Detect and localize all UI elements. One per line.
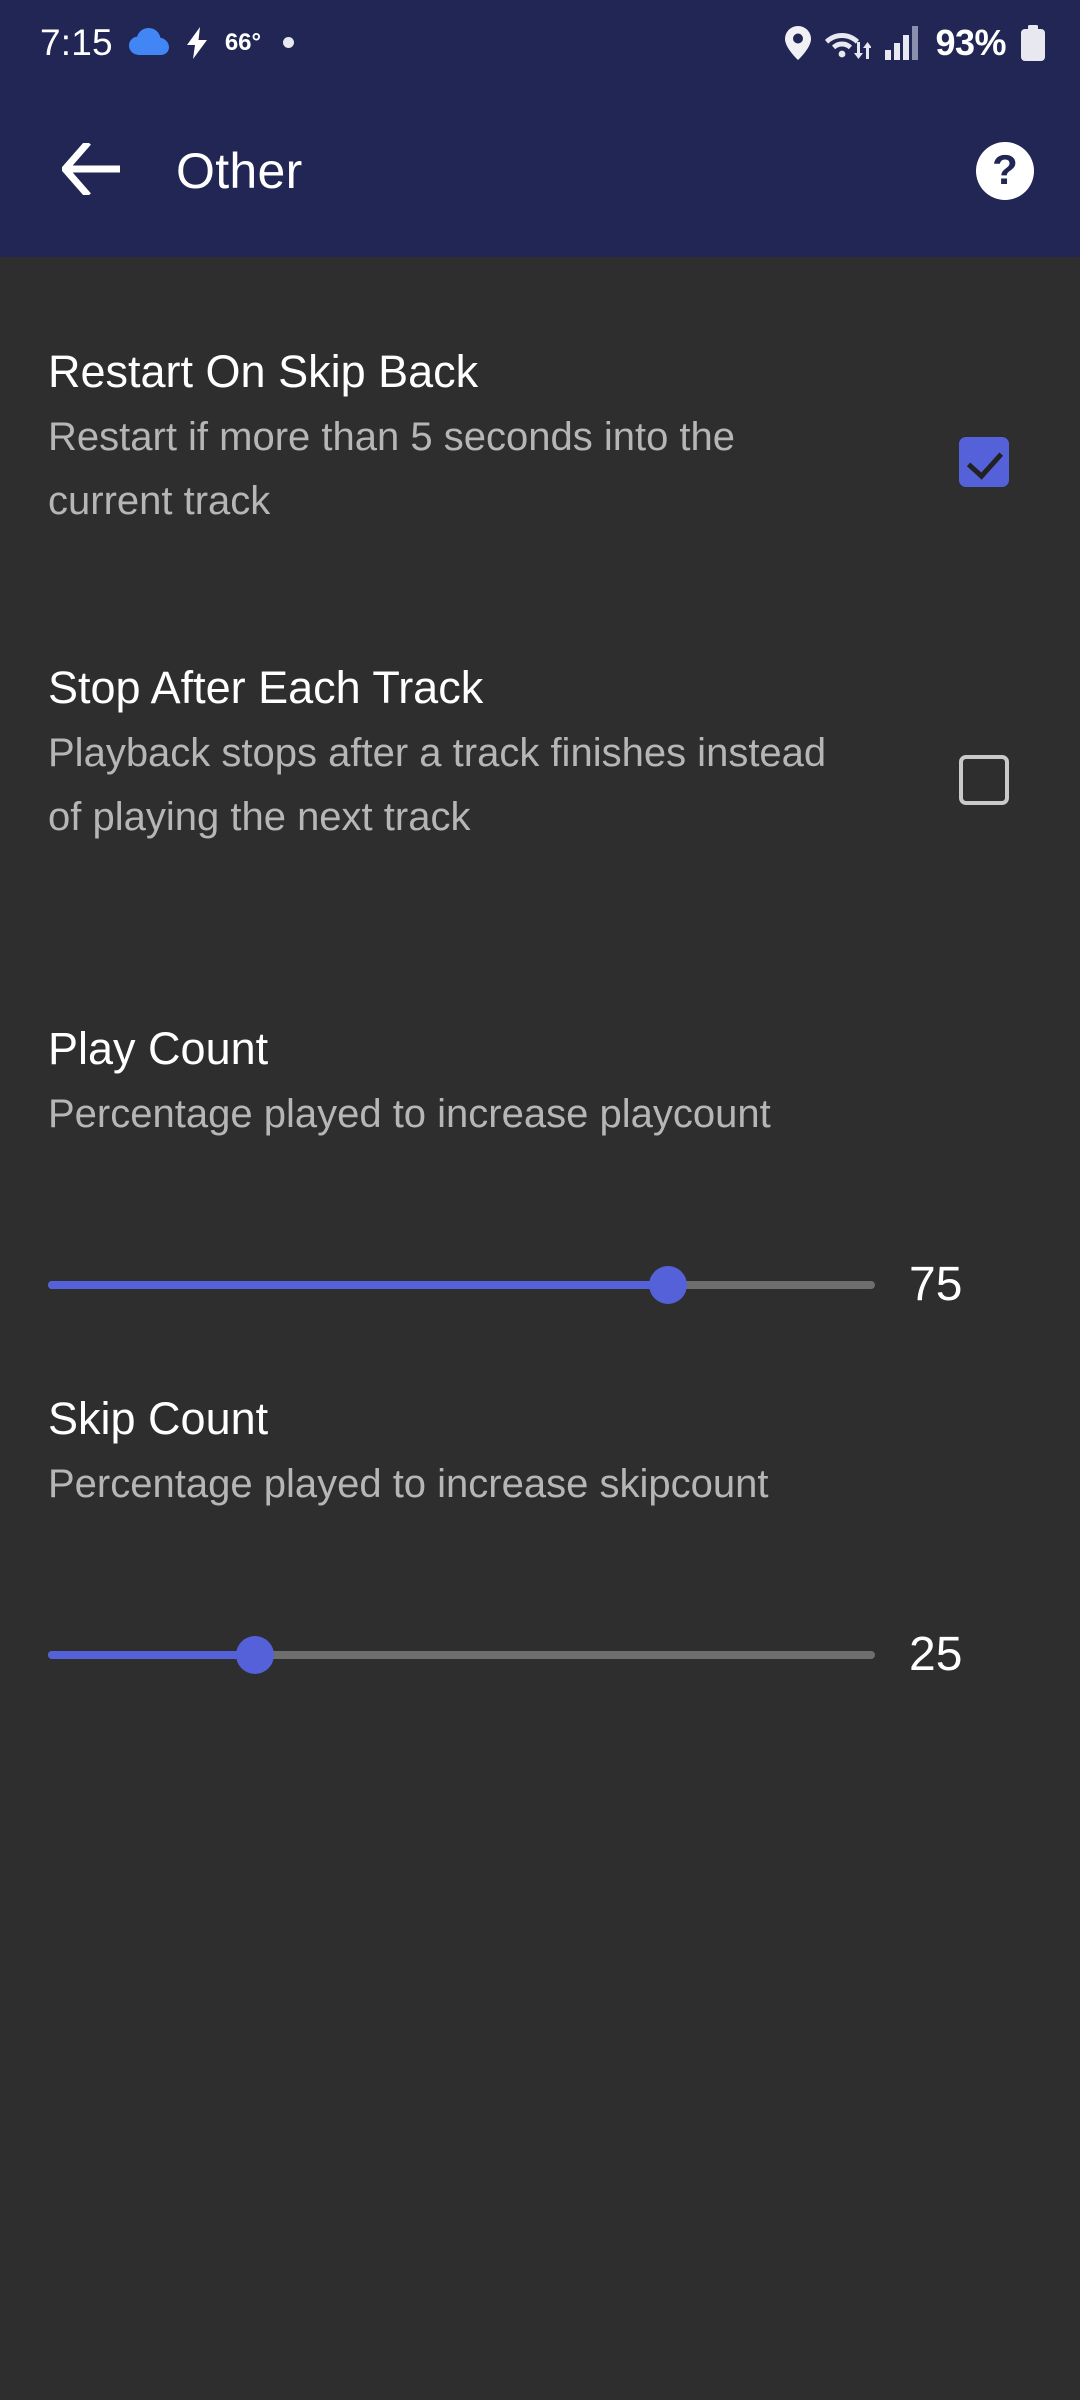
pref-text-block: Restart On Skip Back Restart if more tha… — [48, 343, 936, 533]
pref-text-block: Play Count Percentage played to increase… — [48, 1020, 1032, 1146]
checkbox-unchecked-icon — [959, 755, 1009, 805]
slider-track-play-count[interactable] — [48, 1265, 875, 1304]
slider-fill-skip-count — [48, 1650, 255, 1659]
pref-summary: Percentage played to increase skipcount — [48, 1462, 769, 1506]
slider-value-skip-count: 25 — [909, 1628, 963, 1681]
bolt-icon — [185, 26, 209, 59]
pref-title: Play Count — [48, 1023, 269, 1074]
status-bar-right: 93% — [785, 22, 1046, 64]
pref-row-skip-count[interactable]: Skip Count Percentage played to increase… — [0, 1390, 1080, 1516]
help-question-icon: ? — [992, 145, 1018, 193]
checkbox-checked-icon — [959, 437, 1009, 487]
location-pin-icon — [785, 25, 812, 60]
status-bar-left: 7:15 66° — [40, 21, 295, 64]
slider-track-skip-count[interactable] — [48, 1635, 875, 1674]
settings-list: Restart On Skip Back Restart if more tha… — [0, 257, 1080, 2400]
battery-percent-label: 93% — [935, 21, 1006, 63]
slider-thumb-play-count[interactable] — [649, 1265, 688, 1304]
back-arrow-icon — [60, 139, 124, 200]
slider-fill-play-count — [48, 1280, 669, 1289]
pref-row-restart-on-skip-back[interactable]: Restart On Skip Back Restart if more tha… — [0, 343, 1080, 533]
page-title: Other — [176, 143, 303, 199]
battery-icon — [1020, 24, 1046, 61]
pref-summary: Playback stops after a track finishes in… — [48, 731, 827, 839]
pref-title: Stop After Each Track — [48, 662, 484, 713]
pref-row-stop-after-each-track[interactable]: Stop After Each Track Playback stops aft… — [0, 659, 1080, 849]
pref-summary: Percentage played to increase playcount — [48, 1092, 771, 1136]
pref-text-block: Stop After Each Track Playback stops aft… — [48, 659, 936, 849]
status-bar: 7:15 66° 93% — [0, 0, 1080, 85]
slider-value-play-count: 75 — [909, 1258, 963, 1311]
cloud-icon — [128, 27, 169, 58]
status-time: 7:15 — [40, 21, 113, 63]
notification-dot-icon — [283, 37, 295, 48]
pref-title: Skip Count — [48, 1393, 269, 1444]
signal-bars-icon — [885, 25, 921, 60]
back-button[interactable] — [38, 116, 148, 226]
checkbox-restart-on-skip-back[interactable] — [936, 437, 1032, 487]
slider-thumb-skip-count[interactable] — [235, 1635, 274, 1674]
help-button[interactable]: ? — [976, 142, 1034, 200]
pref-text-block: Skip Count Percentage played to increase… — [48, 1390, 1032, 1516]
pref-title: Restart On Skip Back — [48, 346, 479, 397]
app-bar: Other ? — [0, 85, 1080, 257]
pref-summary: Restart if more than 5 seconds into the … — [48, 415, 736, 523]
status-temperature: 66° — [224, 28, 262, 56]
slider-row-skip-count[interactable]: 25 — [0, 1627, 1080, 1682]
checkbox-stop-after-each-track[interactable] — [936, 755, 1032, 805]
pref-row-play-count[interactable]: Play Count Percentage played to increase… — [0, 1020, 1080, 1146]
slider-row-play-count[interactable]: 75 — [0, 1257, 1080, 1312]
wifi-icon — [825, 26, 872, 60]
